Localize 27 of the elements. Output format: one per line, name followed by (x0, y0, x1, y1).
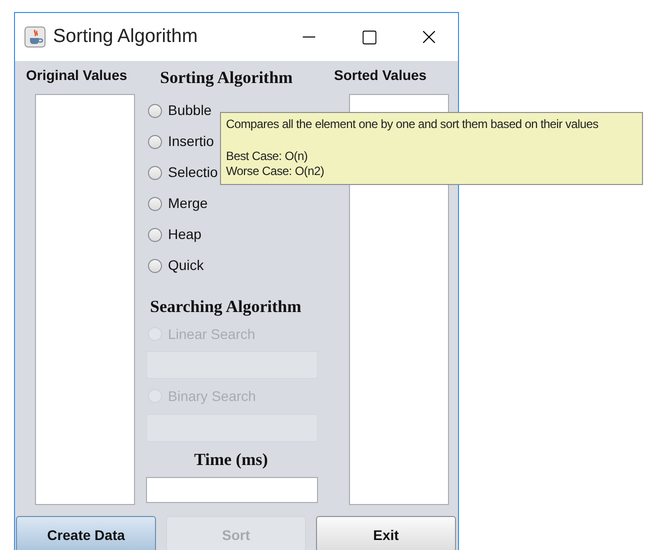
section-heading: Sorting Algorithm (160, 67, 293, 90)
radio-label: Insertio (168, 132, 214, 151)
tooltip-text: Worse Case: O(n2) (226, 164, 326, 179)
radio-label: Selectio (168, 163, 218, 182)
time-field[interactable] (146, 477, 318, 503)
original-values-list[interactable] (35, 94, 135, 505)
column-label: Sorted Values (334, 66, 427, 84)
radio-label: Heap (168, 225, 202, 244)
radio-button[interactable] (148, 104, 162, 118)
window-title: Sorting Algorithm (53, 24, 198, 49)
radio-label: Quick (168, 256, 204, 275)
section-heading: Time (ms) (194, 449, 268, 472)
radio-label: Merge (168, 194, 208, 213)
tooltip-text: Best Case: O(n) (226, 149, 309, 164)
radio-label: Bubble (168, 101, 212, 120)
app-icon (24, 26, 46, 48)
column-label: Original Values (26, 66, 128, 85)
action-button[interactable]: Exit (316, 516, 456, 550)
radio-button[interactable] (148, 134, 162, 148)
action-button[interactable]: Create Data (16, 516, 156, 550)
tooltip-text: Compares all the element one by one and sort them based on their values (226, 117, 600, 132)
radio-button[interactable] (148, 228, 162, 242)
maximize-icon[interactable] (360, 28, 378, 46)
radio-button[interactable] (148, 166, 162, 180)
radio-button[interactable] (148, 258, 162, 272)
radio-button[interactable] (148, 196, 162, 210)
section-heading: Searching Algorithm (150, 296, 302, 318)
